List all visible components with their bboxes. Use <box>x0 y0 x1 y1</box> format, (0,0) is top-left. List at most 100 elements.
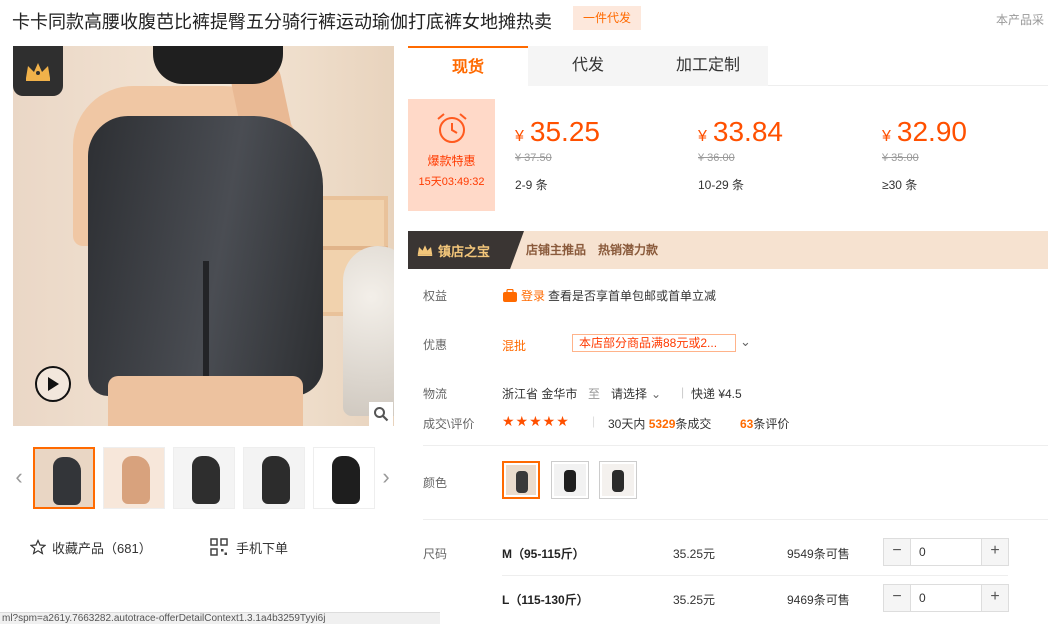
chevron-down-icon: ⌄ <box>651 386 662 401</box>
purchase-mode-tabs: 现货 代发 加工定制 <box>408 46 1048 86</box>
qr-code-icon <box>210 538 228 556</box>
destination-select[interactable]: 请选择 ⌄ <box>611 385 661 402</box>
play-video-button[interactable] <box>35 366 71 402</box>
price-value: 33.84 <box>712 116 783 147</box>
logistics-label: 物流 <box>423 387 448 401</box>
main-product-image[interactable] <box>13 46 394 426</box>
divider: | <box>681 385 685 399</box>
thumbnail[interactable] <box>173 447 235 509</box>
thumbnail[interactable] <box>33 447 95 509</box>
shorts-seam <box>203 261 209 391</box>
title-bar: 卡卡同款高腰收腹芭比裤提臀五分骑行裤运动瑜伽打底裤女地摊热卖 一件代发 本产品采 <box>0 0 1054 38</box>
swatch-figure <box>612 470 624 492</box>
decrease-button[interactable]: − <box>884 585 910 611</box>
quantity-input[interactable] <box>910 539 982 565</box>
thumbnail[interactable] <box>243 447 305 509</box>
size-price: 35.25元 <box>673 593 716 607</box>
mobile-order-label: 手机下单 <box>236 540 289 556</box>
divider: | <box>592 414 596 428</box>
origin-location: 浙江省 金华市 <box>502 387 578 401</box>
to-label: 至 <box>588 387 601 401</box>
sold-suffix: 条成交 <box>675 417 712 431</box>
color-swatch[interactable] <box>551 461 589 499</box>
favorite-button[interactable]: 收藏产品（681） <box>30 537 152 557</box>
thumbnail[interactable] <box>103 447 165 509</box>
size-price: 35.25元 <box>673 547 716 561</box>
price-tier-1: ¥35.25 ¥ 37.50 2-9 条 <box>515 116 685 193</box>
mobile-order-button[interactable]: 手机下单 <box>210 537 288 557</box>
sold-count: 5329 <box>648 417 676 431</box>
vip-icon <box>503 288 517 302</box>
decrease-button[interactable]: − <box>884 539 910 565</box>
price-value: 32.90 <box>896 116 967 147</box>
increase-button[interactable]: + <box>982 585 1008 611</box>
promo-text: 本店部分商品满88元或2... <box>579 336 718 350</box>
chevron-down-icon[interactable]: ⌄ <box>740 334 751 350</box>
benefits-label: 权益 <box>423 289 448 303</box>
background-statue <box>343 246 394 416</box>
quantity-input[interactable] <box>910 585 982 611</box>
quantity-range: 2-9 条 <box>515 178 548 192</box>
mixed-batch-link[interactable]: 混批 <box>502 337 526 354</box>
quantity-range: ≥30 条 <box>882 178 918 192</box>
deal-timer: 15天03:49:32 <box>418 176 485 188</box>
product-title: 卡卡同款高腰收腹芭比裤提臀五分骑行裤运动瑜伽打底裤女地摊热卖 <box>12 12 552 32</box>
color-swatch[interactable] <box>599 461 637 499</box>
benefits-text: 查看是否享首单包邮或首单立减 <box>548 289 717 303</box>
size-label: 尺码 <box>423 547 448 561</box>
thumb-prev-icon[interactable]: ‹ <box>11 465 27 489</box>
quantity-range: 10-29 条 <box>698 178 745 192</box>
size-option-l: L（115-130斤） <box>502 593 589 607</box>
currency-symbol: ¥ <box>698 128 707 145</box>
treasure-desc: 店铺主推品 热销潜力款 <box>526 243 659 257</box>
destination-value: 请选择 <box>611 387 648 401</box>
color-label: 颜色 <box>423 476 448 490</box>
rating-stars-icon: ★★★★★ <box>502 413 570 429</box>
currency-symbol: ¥ <box>882 128 891 145</box>
swatch-figure <box>564 470 576 492</box>
thumbnail-figure <box>122 456 150 504</box>
promo-tag[interactable]: 本店部分商品满88元或2... <box>572 334 736 352</box>
color-swatch[interactable] <box>502 461 540 499</box>
treasure-badge: 镇店之宝 <box>408 231 524 269</box>
tab-in-stock[interactable]: 现货 <box>408 46 528 86</box>
original-price: ¥ 35.00 <box>882 152 919 164</box>
review-suffix: 条评价 <box>753 417 790 431</box>
swatch-image <box>554 464 586 496</box>
thumb-next-icon[interactable]: › <box>378 465 394 489</box>
section-divider <box>423 445 1048 446</box>
model-top <box>153 46 283 84</box>
treasure-title: 镇店之宝 <box>438 243 491 259</box>
sold-prefix: 30天内 <box>608 417 646 431</box>
browser-status-bar: ml?spm=a261y.7663282.autotrace-offerDeta… <box>0 612 440 624</box>
play-icon <box>48 377 59 391</box>
model-legs <box>108 376 303 426</box>
swatch-image <box>506 465 536 495</box>
sold-stats[interactable]: 30天内 5329条成交 <box>608 415 711 432</box>
login-link[interactable]: 登录 <box>521 287 545 304</box>
review-stats[interactable]: 63条评价 <box>740 415 789 432</box>
crown-icon <box>417 245 433 256</box>
swatch-image <box>602 464 634 496</box>
price-tier-2: ¥33.84 ¥ 36.00 10-29 条 <box>698 116 868 193</box>
size-stock: 9469条可售 <box>787 593 850 607</box>
original-price: ¥ 36.00 <box>698 152 735 164</box>
review-count: 63 <box>740 417 754 431</box>
currency-symbol: ¥ <box>515 128 524 145</box>
quantity-stepper: − + <box>883 584 1009 612</box>
thumbnail-figure <box>192 456 220 504</box>
title-right-text: 本产品采 <box>996 13 1045 27</box>
deals-label: 成交\评价 <box>423 417 475 431</box>
thumbnail[interactable] <box>313 447 375 509</box>
tab-dropship[interactable]: 代发 <box>528 46 648 86</box>
swatch-figure <box>516 471 528 493</box>
price-value: 35.25 <box>529 116 600 147</box>
dropship-tag[interactable]: 一件代发 <box>573 6 642 30</box>
size-stock: 9549条可售 <box>787 547 850 561</box>
benefits-row: 登录 查看是否享首单包邮或首单立减 <box>502 287 716 304</box>
crown-icon <box>26 63 50 81</box>
zoom-button[interactable] <box>369 402 393 426</box>
increase-button[interactable]: + <box>982 539 1008 565</box>
thumbnail-strip: ‹ › <box>13 447 394 509</box>
tab-custom[interactable]: 加工定制 <box>648 46 768 86</box>
